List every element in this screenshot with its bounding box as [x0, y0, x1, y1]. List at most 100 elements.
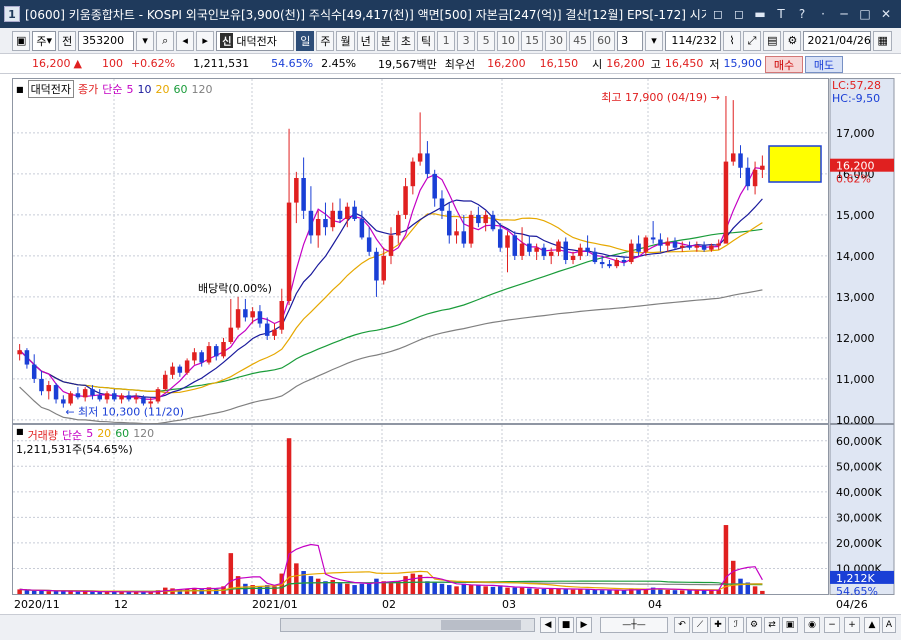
speaker-icon[interactable]: ◂ — [176, 30, 195, 51]
interval-1[interactable]: 1 — [437, 30, 456, 51]
minimize-button[interactable]: ─ — [835, 5, 853, 23]
period-day[interactable]: 일 — [296, 30, 315, 51]
compare-icon[interactable]: ⇄ — [764, 617, 780, 633]
lc-label: LC:57,28 — [832, 79, 881, 92]
font-a-icon[interactable]: A — [882, 617, 896, 633]
count-input[interactable]: 114/232 — [665, 30, 722, 51]
layout-icon[interactable]: ▣ — [12, 30, 31, 51]
title-button-3[interactable]: ▬ — [751, 5, 769, 23]
volume-bar — [687, 590, 692, 594]
low-label: 저 — [709, 57, 720, 71]
title-button-dot[interactable]: · — [814, 5, 832, 23]
interval-60[interactable]: 60 — [593, 30, 616, 51]
zoom-icon[interactable]: ⤢ — [743, 30, 762, 51]
candle-body — [345, 206, 350, 219]
chart-type-icon[interactable]: ⌇ — [723, 30, 742, 51]
interval-10[interactable]: 10 — [497, 30, 520, 51]
title-button-font[interactable]: T — [772, 5, 790, 23]
calendar-icon[interactable]: ▦ — [873, 30, 892, 51]
interval-30[interactable]: 30 — [545, 30, 568, 51]
interval-5[interactable]: 5 — [477, 30, 496, 51]
horizontal-scrollbar[interactable] — [280, 618, 535, 632]
candle-body — [468, 214, 474, 244]
search-icon[interactable]: ⌕ — [156, 30, 175, 51]
title-button-2[interactable]: ◻ — [730, 5, 748, 23]
scroll-up-icon[interactable]: ▲ — [864, 617, 880, 633]
scroll-thumb[interactable] — [441, 620, 521, 630]
volume-tick-label: 30,000K — [836, 511, 882, 524]
stop-icon[interactable]: ■ — [558, 617, 574, 633]
prev-button[interactable]: 전 — [58, 30, 77, 51]
gear-icon-bottom[interactable]: ⚙ — [746, 617, 762, 633]
text-tool-icon[interactable]: ℐ — [728, 617, 744, 633]
legend-ma-5[interactable]: 5 — [127, 83, 134, 96]
undo-icon[interactable]: ↶ — [674, 617, 690, 633]
interval-15[interactable]: 15 — [521, 30, 544, 51]
sell-button[interactable]: 매도 — [805, 56, 843, 73]
trend-icon[interactable]: ⟋ — [692, 617, 708, 633]
close-button[interactable]: ✕ — [877, 5, 895, 23]
legend-ma-120[interactable]: 120 — [192, 83, 213, 96]
volume-chart[interactable]: 60,000K50,000K40,000K30,000K20,000K10,00… — [12, 424, 895, 596]
period-year[interactable]: 년 — [356, 30, 375, 51]
code-dropdown-icon[interactable]: ▾ — [136, 30, 155, 51]
vol-legend-ma-120[interactable]: 120 — [133, 427, 154, 443]
legend-ma-60[interactable]: 60 — [174, 83, 188, 96]
period-tick[interactable]: 틱 — [416, 30, 436, 51]
maximize-button[interactable]: □ — [856, 5, 874, 23]
app-icon[interactable]: 1 — [4, 6, 20, 22]
legend-stock-name[interactable]: 대덕전자 — [27, 80, 75, 98]
buy-button[interactable]: 매수 — [765, 56, 803, 73]
code-input[interactable]: 353200 — [78, 30, 135, 51]
candle-body — [730, 153, 736, 162]
volume-bar — [410, 573, 416, 594]
candle-body — [39, 378, 44, 392]
volume-bar — [315, 578, 321, 594]
lock-icon[interactable]: ◉ — [804, 617, 820, 633]
interval-input[interactable]: 3 — [617, 30, 644, 51]
minus-icon[interactable]: − — [824, 617, 840, 633]
candle-body — [330, 210, 336, 228]
period-second[interactable]: 초 — [396, 30, 415, 51]
chart-area[interactable]: 17,000 16,000 15,000 14,000 13,000 12,000 11,0… — [12, 78, 895, 596]
candle-body — [163, 374, 168, 390]
current-volume-axis-label: 1,212K — [836, 572, 875, 585]
plus-icon[interactable]: + — [844, 617, 860, 633]
help-button[interactable]: ? — [793, 5, 811, 23]
period-week[interactable]: 주 — [316, 30, 335, 51]
candle-body — [323, 219, 328, 228]
stock-name-box: 신 대덕전자 — [216, 30, 295, 51]
title-button-1[interactable]: ◻ — [709, 5, 727, 23]
crosshair-icon[interactable]: ✚ — [710, 617, 726, 633]
scroll-last-icon[interactable]: ▶ — [576, 617, 592, 633]
price-chart[interactable]: 17,00016,00015,00014,00013,00012,00011,0… — [12, 78, 895, 424]
current-volume-pct-label: 54.65% — [836, 585, 878, 596]
candle-body — [264, 323, 270, 336]
change-percent: +0.62% — [130, 57, 176, 70]
interval-45[interactable]: 45 — [569, 30, 592, 51]
time-label-04-26: 04/26 — [836, 598, 868, 611]
save-icon[interactable]: ▤ — [763, 30, 782, 51]
interval-dropdown-icon[interactable]: ▾ — [645, 30, 664, 51]
gear-icon[interactable]: ⚙ — [783, 30, 802, 51]
scroll-first-icon[interactable]: ◀ — [540, 617, 556, 633]
candle-body — [563, 241, 569, 260]
date-input[interactable]: 2021/04/26 — [803, 30, 872, 51]
volume-bar — [490, 586, 496, 594]
legend-ma-20[interactable]: 20 — [156, 83, 170, 96]
candle-body — [279, 301, 285, 330]
view-icon[interactable]: ▣ — [782, 617, 798, 633]
scroll-arrow-icon[interactable]: ▸ — [196, 30, 215, 51]
period-month[interactable]: 월 — [336, 30, 355, 51]
price-legend: ■ 대덕전자 종가 단순 5 10 20 60 120 — [16, 80, 213, 98]
period-minute[interactable]: 분 — [376, 30, 395, 51]
stock-name: 대덕전자 — [236, 34, 277, 48]
price-tick-label: 15,000 — [836, 209, 875, 222]
candle-body — [680, 245, 685, 248]
candle-body — [133, 397, 139, 400]
interval-3[interactable]: 3 — [457, 30, 476, 51]
market-select[interactable]: 주 ▾ — [32, 30, 57, 51]
legend-ma-10[interactable]: 10 — [138, 83, 152, 96]
candle-body — [643, 237, 649, 252]
zoom-slider[interactable]: —┼— — [600, 617, 668, 633]
